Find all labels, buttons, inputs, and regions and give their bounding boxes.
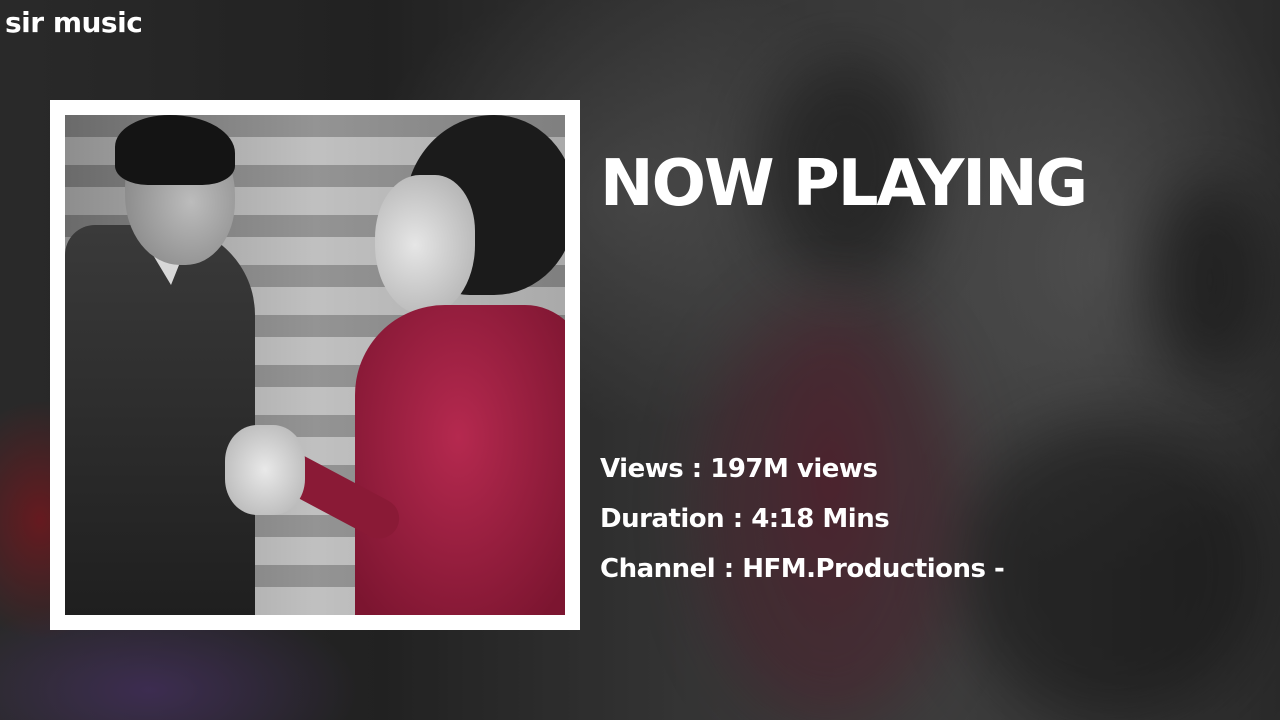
album-art-image: [65, 115, 565, 615]
album-art-held-hands: [225, 425, 305, 515]
views-value: 197M views: [710, 454, 878, 484]
views-row: Views : 197M views: [600, 450, 1004, 500]
views-label: Views: [600, 454, 684, 484]
separator: :: [724, 504, 752, 534]
now-playing-screen: sir music NOW PLAYING Views : 197M views…: [0, 0, 1280, 720]
album-art-woman-face: [375, 175, 475, 315]
brand-logo-text: sir music: [5, 6, 143, 39]
channel-value: HFM.Productions -: [742, 554, 1005, 584]
album-art-woman-dress: [355, 305, 565, 615]
now-playing-heading: NOW PLAYING: [600, 147, 1088, 221]
album-art-man-suit: [65, 225, 255, 615]
channel-row: Channel : HFM.Productions -: [600, 550, 1005, 600]
separator: :: [683, 454, 711, 484]
duration-value: 4:18 Mins: [751, 504, 890, 534]
duration-label: Duration: [600, 504, 725, 534]
album-art-frame: [50, 100, 580, 630]
duration-row: Duration : 4:18 Mins: [600, 500, 1004, 550]
separator: :: [715, 554, 743, 584]
channel-label: Channel: [600, 554, 716, 584]
track-info: Views : 197M views Duration : 4:18 Mins …: [600, 450, 1005, 600]
